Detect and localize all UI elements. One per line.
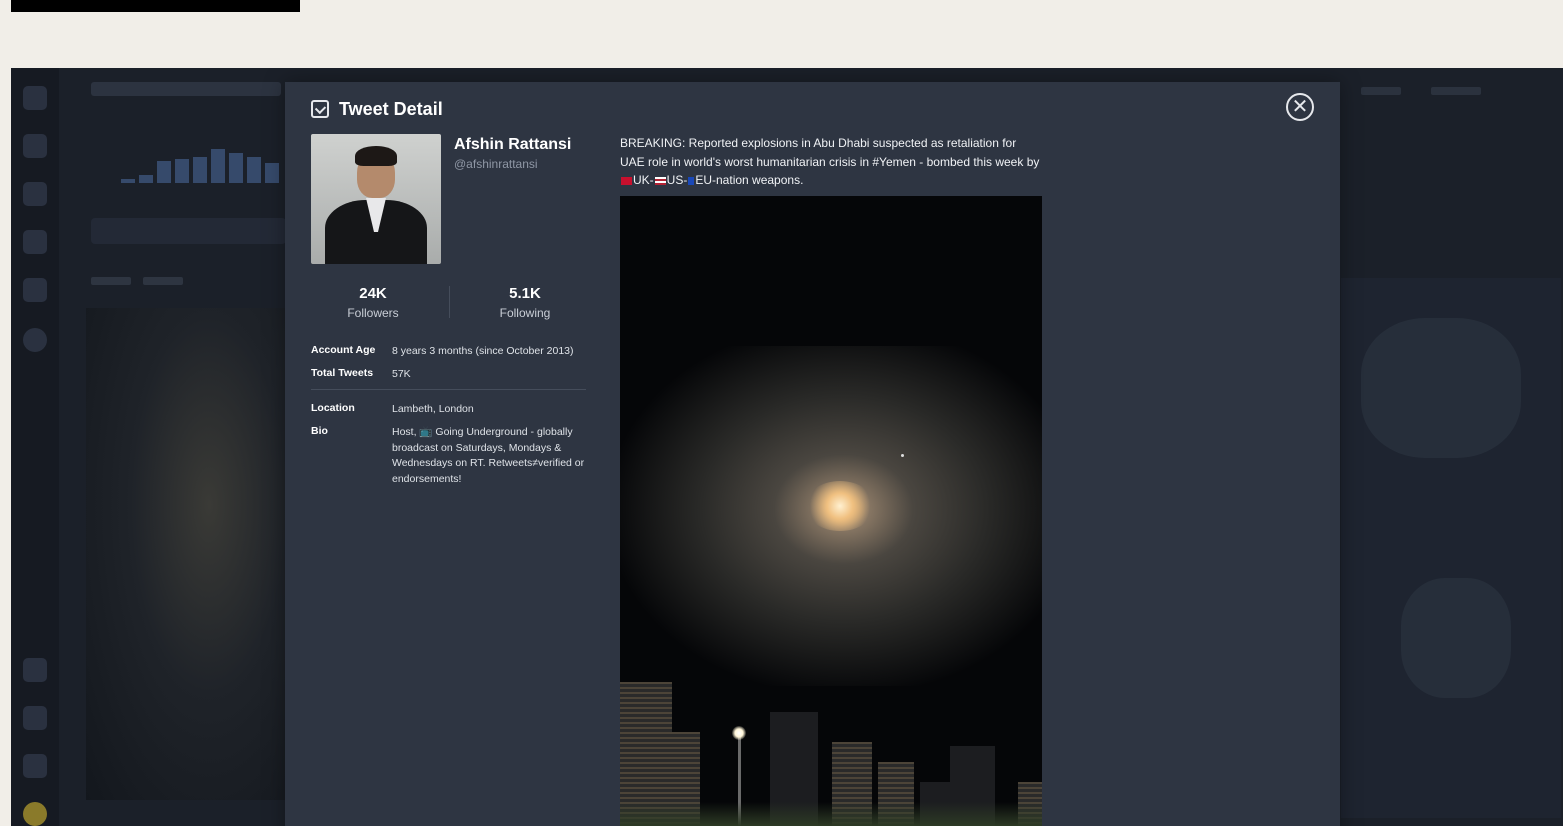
following-stat: 5.1K Following	[463, 285, 587, 320]
following-label: Following	[499, 306, 551, 320]
apps-grid-icon[interactable]	[23, 658, 47, 682]
profile-handle[interactable]: @afshinrattansi	[454, 157, 538, 171]
globe-icon[interactable]	[23, 182, 47, 206]
uk-flag-icon	[621, 176, 632, 185]
sky-dot	[901, 454, 904, 457]
profile-name[interactable]: Afshin Rattansi	[454, 136, 571, 154]
logo-icon	[23, 86, 47, 110]
close-button[interactable]: ✕	[1286, 93, 1314, 121]
tweet-text: BREAKING: Reported explosions in Abu Dha…	[620, 134, 1040, 190]
user-avatar-icon[interactable]	[23, 328, 47, 352]
tweet-media-video[interactable]	[620, 196, 1042, 826]
background-title	[91, 82, 281, 96]
bio-value: Host, 📺 Going Underground - globally bro…	[392, 426, 585, 485]
modal-title: Tweet Detail	[339, 98, 443, 119]
close-icon: ✕	[1291, 96, 1309, 118]
background-search	[91, 218, 286, 244]
total-tweets-label: Total Tweets	[311, 367, 374, 379]
eu-flag-icon	[688, 176, 695, 185]
help-icon[interactable]	[23, 754, 47, 778]
followers-label: Followers	[347, 306, 399, 320]
left-nav-rail	[11, 68, 59, 826]
tweet-text-uk: UK-	[633, 173, 654, 187]
list-icon[interactable]	[23, 230, 47, 254]
bookmark-icon[interactable]	[23, 278, 47, 302]
tweet-detail-icon	[311, 100, 329, 118]
total-tweets-value: 57K	[392, 368, 411, 380]
followers-stat: 24K Followers	[311, 285, 435, 320]
modal-header: Tweet Detail	[311, 98, 443, 120]
us-flag-icon	[654, 176, 666, 185]
following-count: 5.1K	[509, 285, 541, 302]
search-icon[interactable]	[23, 134, 47, 158]
background-top-right-menu	[1361, 82, 1551, 96]
stat-divider	[449, 286, 450, 318]
tweet-text-eu: EU-nation weapons.	[695, 173, 804, 187]
followers-count: 24K	[359, 285, 387, 302]
account-age-label: Account Age	[311, 344, 376, 356]
tweet-text-us: US-	[666, 173, 688, 187]
background-video	[86, 308, 291, 800]
app-background: Tweet Detail ✕ Afshin Rattansi @afshinra…	[11, 68, 1563, 826]
background-map	[1341, 278, 1561, 818]
profile-avatar	[311, 134, 441, 264]
tree-line	[620, 802, 1042, 826]
top-black-bar	[11, 0, 300, 12]
account-icon[interactable]	[23, 802, 47, 826]
bio-label: Bio	[311, 425, 328, 437]
explosion-glow	[805, 481, 875, 531]
tweet-detail-modal: Tweet Detail ✕ Afshin Rattansi @afshinra…	[285, 82, 1340, 826]
chat-icon[interactable]	[23, 706, 47, 730]
location-value: Lambeth, London	[392, 403, 474, 415]
background-histogram	[121, 138, 291, 183]
street-lamp-light	[732, 726, 746, 740]
info-divider	[311, 389, 586, 390]
location-label: Location	[311, 402, 355, 414]
account-age-value: 8 years 3 months (since October 2013)	[392, 345, 574, 357]
background-tabs	[91, 272, 211, 288]
tweet-text-main: BREAKING: Reported explosions in Abu Dha…	[620, 136, 1040, 169]
